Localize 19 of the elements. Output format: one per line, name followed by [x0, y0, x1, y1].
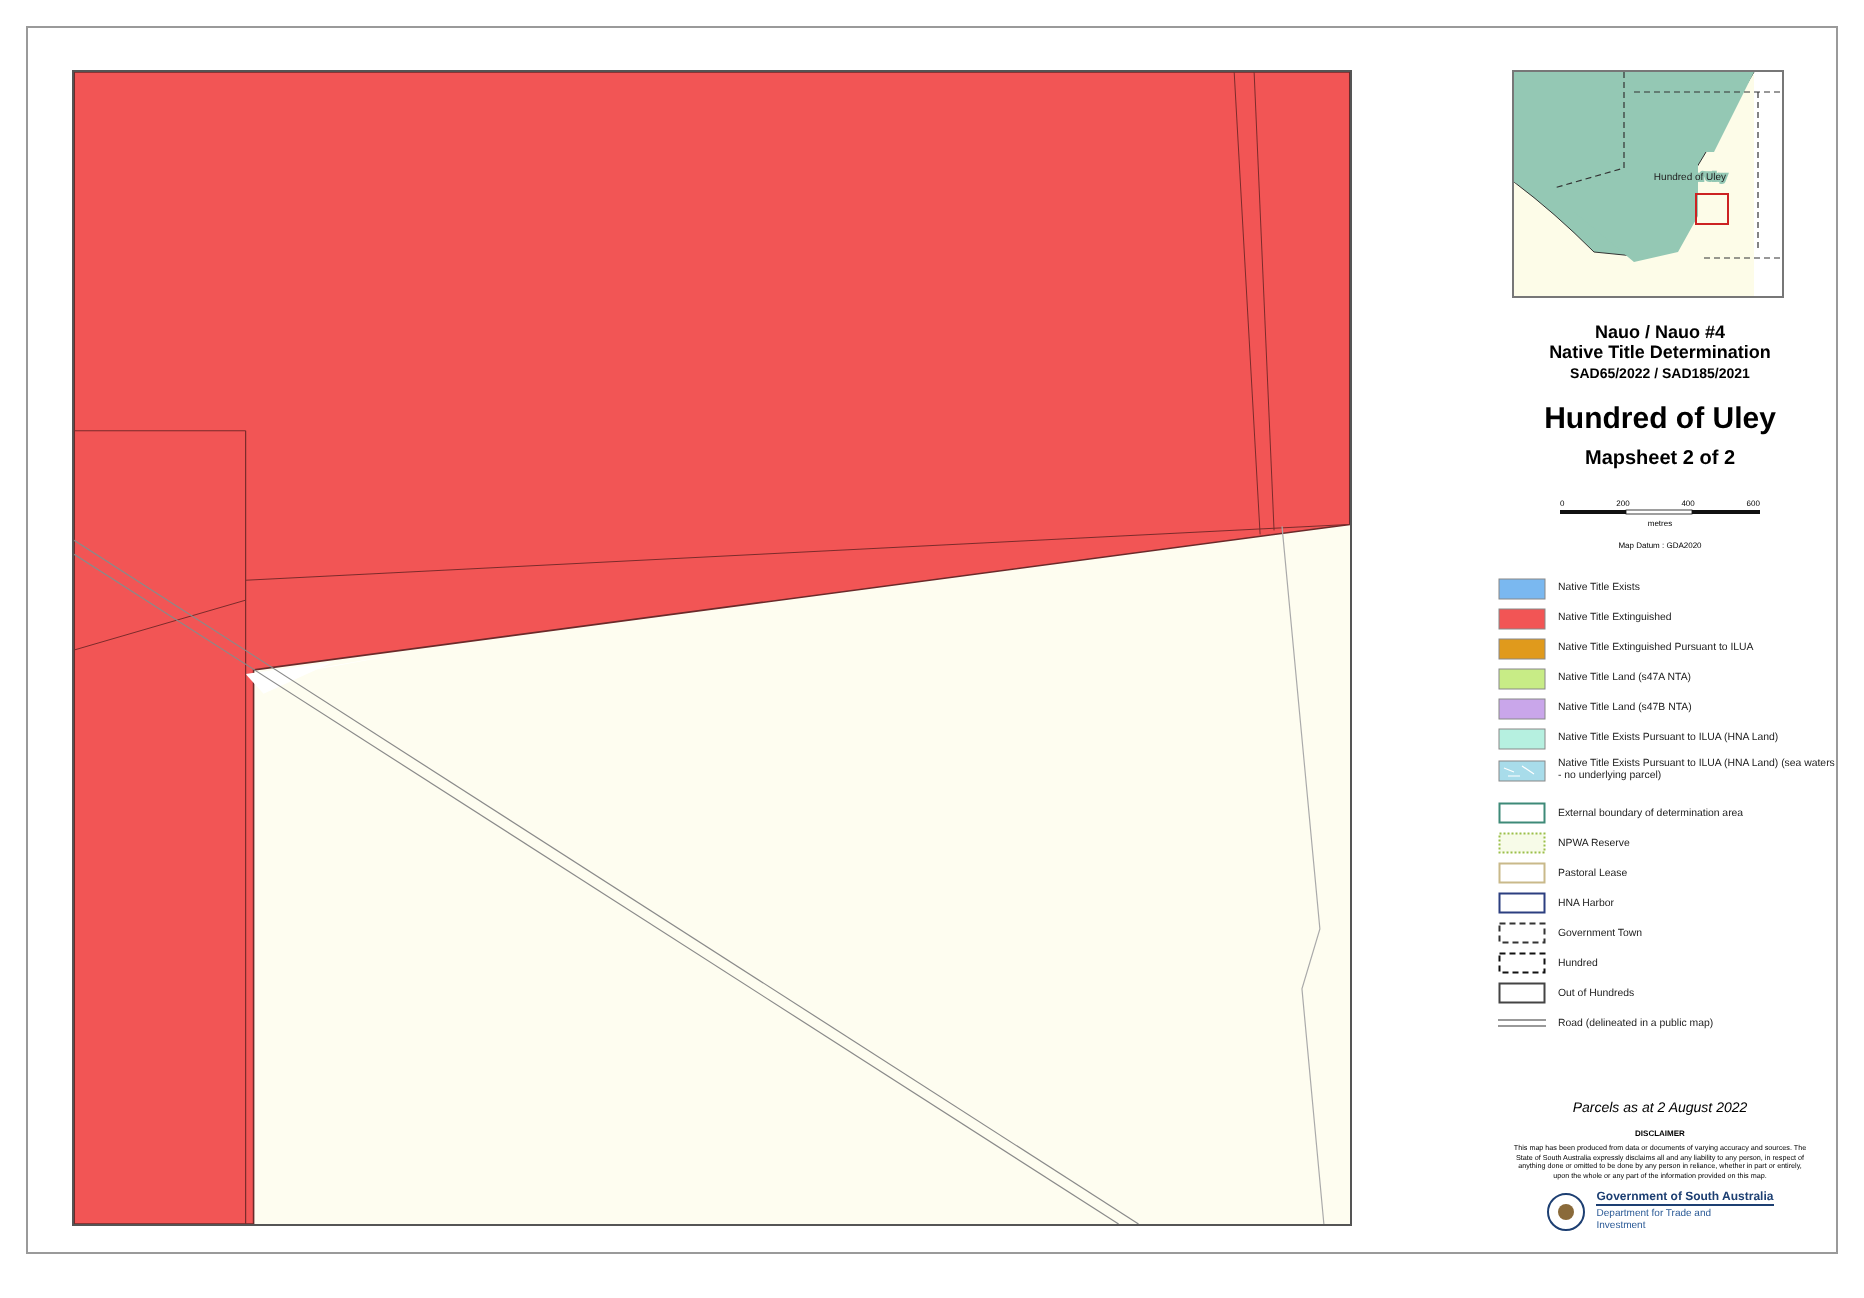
legend-swatch — [1498, 698, 1546, 720]
legend-swatch — [1498, 952, 1546, 975]
map-title: Nauo / Nauo #4 — [1594, 322, 1725, 342]
mapsheet-label: Mapsheet 2 of 2 — [1584, 448, 1736, 470]
map-subtitle: Native Title Determination — [1549, 342, 1771, 362]
legend-swatch — [1498, 922, 1546, 945]
legend-swatch — [1498, 638, 1546, 660]
legend-swatch — [1498, 759, 1546, 782]
crest-icon — [1546, 1192, 1587, 1233]
legend-swatch — [1498, 608, 1546, 630]
legend-swatch — [1498, 862, 1546, 885]
legend-swatch — [1498, 668, 1546, 690]
legend-swatch — [1498, 728, 1546, 750]
legend-swatch — [1498, 982, 1546, 1005]
legend-swatch — [1498, 578, 1546, 600]
legend-swatch — [1498, 832, 1546, 855]
legend-swatch — [1498, 892, 1546, 915]
legend-swatch — [1498, 802, 1546, 825]
hundred-title: Hundred of Uley — [1544, 402, 1776, 436]
